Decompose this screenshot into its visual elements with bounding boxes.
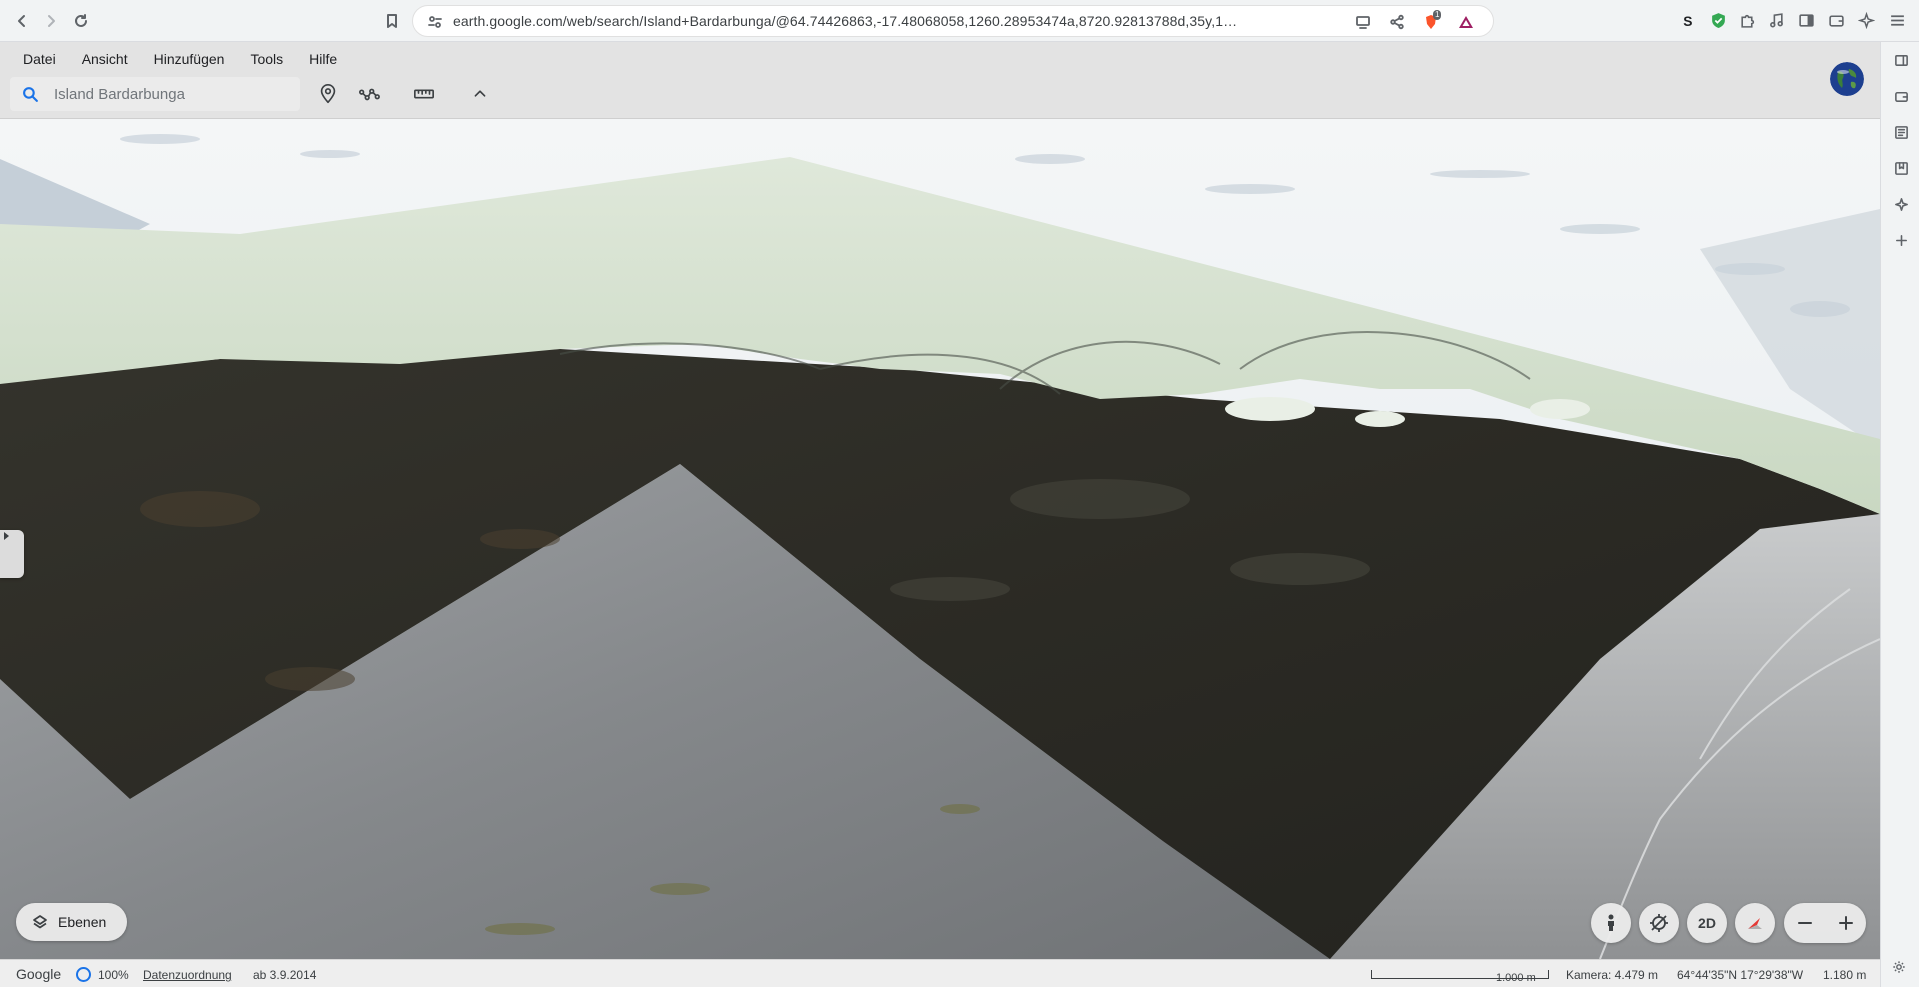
imagery-date: ab 3.9.2014 bbox=[253, 968, 317, 982]
tilt-icon bbox=[1650, 914, 1668, 932]
sidebar-expand-button[interactable] bbox=[0, 530, 24, 578]
leo-icon[interactable] bbox=[1855, 9, 1877, 31]
street-view-button[interactable] bbox=[1591, 903, 1631, 943]
menu-hinzufuegen[interactable]: Hinzufügen bbox=[141, 47, 238, 71]
brave-badge: 1 bbox=[1433, 10, 1442, 20]
gear-icon[interactable] bbox=[1892, 960, 1910, 978]
layers-label: Ebenen bbox=[58, 914, 107, 930]
menu-bar: Datei Ansicht Hinzufügen Tools Hilfe bbox=[10, 47, 350, 71]
scale-bar: 1.000 m bbox=[1371, 970, 1549, 984]
google-earth-window: earth.google.com/web/search/Island+Barda… bbox=[0, 0, 1919, 987]
puzzle-icon[interactable] bbox=[1736, 9, 1758, 31]
load-percent: 100% bbox=[98, 968, 129, 982]
plus-icon bbox=[1838, 916, 1853, 930]
toggle-2d-button[interactable]: 2D bbox=[1687, 903, 1727, 943]
reset-tilt-button[interactable] bbox=[1639, 903, 1679, 943]
compass-icon bbox=[1748, 918, 1762, 929]
reader-icon[interactable] bbox=[1891, 122, 1911, 142]
scale-label: 1.000 m bbox=[1496, 972, 1536, 984]
minus-icon bbox=[1797, 922, 1812, 924]
shield-extension-icon[interactable] bbox=[1707, 9, 1729, 31]
earth-app-bar: Datei Ansicht Hinzufügen Tools Hilfe bbox=[0, 42, 1880, 119]
back-icon[interactable] bbox=[9, 8, 35, 34]
account-avatar[interactable] bbox=[1830, 62, 1864, 96]
brave-rewards-icon[interactable] bbox=[1456, 12, 1476, 32]
menu-tools[interactable]: Tools bbox=[237, 47, 296, 71]
s-extension-icon[interactable]: S bbox=[1677, 9, 1699, 31]
mode-label: 2D bbox=[1698, 915, 1716, 931]
terrain-elevation: 1.180 m bbox=[1823, 968, 1867, 982]
cursor-coordinates: 64°44'35"N 17°29'38"W bbox=[1677, 968, 1804, 982]
browser-side-panel bbox=[1880, 42, 1919, 987]
path-icon[interactable] bbox=[354, 79, 384, 109]
zoom-in-button[interactable] bbox=[1825, 903, 1866, 943]
chevron-right-icon bbox=[4, 532, 9, 540]
reload-icon[interactable] bbox=[68, 8, 94, 34]
ruler-icon[interactable] bbox=[409, 79, 439, 109]
wallet-panel-icon[interactable] bbox=[1891, 86, 1911, 106]
svg-text:S: S bbox=[1683, 12, 1692, 28]
url-text[interactable]: earth.google.com/web/search/Island+Barda… bbox=[453, 13, 1243, 29]
status-bar: Google 100% Datenzuordnung ab 3.9.2014 1… bbox=[0, 959, 1880, 987]
site-settings-icon[interactable] bbox=[425, 12, 445, 32]
google-logo: Google bbox=[16, 966, 62, 982]
address-bar[interactable]: earth.google.com/web/search/Island+Barda… bbox=[412, 5, 1494, 37]
data-attribution-link[interactable]: Datenzuordnung bbox=[143, 968, 232, 982]
leo-panel-icon[interactable] bbox=[1891, 194, 1911, 214]
add-panel-icon[interactable] bbox=[1891, 230, 1911, 250]
forward-icon[interactable] bbox=[38, 8, 64, 34]
pegman-icon bbox=[1608, 914, 1614, 931]
share-icon[interactable] bbox=[1387, 12, 1407, 32]
collapse-icon[interactable] bbox=[465, 79, 495, 109]
sidebar-icon[interactable] bbox=[1795, 9, 1817, 31]
search-icon bbox=[23, 87, 38, 102]
search-box[interactable] bbox=[10, 77, 300, 111]
terrain-render bbox=[0, 119, 1880, 959]
camera-altitude: Kamera: 4.479 m bbox=[1566, 968, 1659, 982]
zoom-out-button[interactable] bbox=[1784, 903, 1825, 943]
bookmarks-panel-icon[interactable] bbox=[1891, 158, 1911, 178]
bookmark-icon[interactable] bbox=[379, 8, 405, 34]
loading-indicator-icon bbox=[76, 967, 91, 982]
layers-button[interactable]: Ebenen bbox=[16, 903, 127, 941]
menu-icon[interactable] bbox=[1886, 9, 1908, 31]
earth-3d-viewport[interactable] bbox=[0, 119, 1880, 959]
menu-hilfe[interactable]: Hilfe bbox=[296, 47, 350, 71]
brave-shield-icon[interactable]: 1 bbox=[1421, 10, 1442, 32]
search-input[interactable] bbox=[54, 83, 294, 105]
wallet-icon[interactable] bbox=[1825, 9, 1847, 31]
menu-datei[interactable]: Datei bbox=[10, 47, 69, 71]
cast-icon[interactable] bbox=[1353, 12, 1373, 32]
compass-button[interactable] bbox=[1735, 903, 1775, 943]
zoom-controls bbox=[1784, 903, 1866, 943]
music-icon[interactable] bbox=[1765, 9, 1787, 31]
placemark-icon[interactable] bbox=[313, 79, 343, 109]
menu-ansicht[interactable]: Ansicht bbox=[69, 47, 141, 71]
layers-icon bbox=[33, 915, 47, 929]
reading-list-icon[interactable] bbox=[1891, 50, 1911, 70]
browser-toolbar: earth.google.com/web/search/Island+Barda… bbox=[0, 0, 1919, 42]
